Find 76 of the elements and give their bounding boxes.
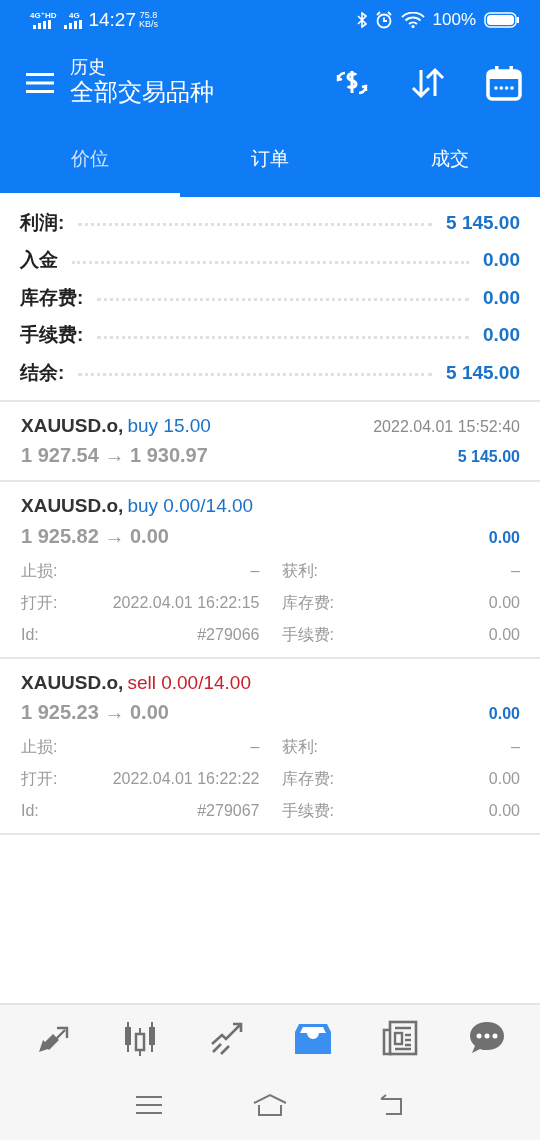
tab[interactable]: 价位 [0,125,180,197]
bluetooth-icon [356,12,367,28]
alarm-icon [374,11,393,29]
detail-label: 手续费: [281,801,334,821]
detail-value: – [511,560,520,581]
calendar-icon [486,64,522,101]
price-range: 1 925.82 → 0.00 [21,523,169,549]
symbol-name: XAUUSD.o, [21,670,124,695]
detail-label: 库存费: [281,592,334,613]
detail-label: 库存费: [281,769,334,789]
signal-icon [64,19,85,29]
header-subtitle: 历史 [70,58,107,78]
sort-button[interactable] [410,65,446,100]
detail-value: – [250,737,260,757]
profit-value: 0.00 [488,527,520,548]
summary-value: 5 145.00 [446,360,520,385]
symbol-name: XAUUSD.o, [21,494,124,518]
detail-value: – [511,737,520,757]
back-icon[interactable] [378,1094,404,1116]
profit-value: 0.00 [488,704,520,724]
network-speed: 75.8 [139,11,158,20]
network-label: 4G⁺HD [30,11,57,20]
order-type: sell 0.00/14.00 [127,670,251,695]
sort-arrows-icon [410,65,446,100]
detail-label: 打开: [21,592,58,613]
summary-label: 库存费: [20,285,84,310]
detail-value: 0.00 [488,624,520,645]
detail-label: 获利: [281,560,318,581]
speed-unit: KB/s [139,20,158,29]
detail-value: 0.00 [488,801,520,821]
wifi-icon [400,12,425,28]
symbol-name: XAUUSD.o, [21,413,124,438]
detail-value: 0.00 [488,769,520,789]
battery-icon [484,12,520,28]
chat-bubble-icon [468,1019,505,1056]
tab[interactable]: 订单 [180,125,360,197]
signal-icon [33,19,54,29]
status-time: 14:27 [88,7,136,32]
detail-value: 2022.04.01 16:22:22 [112,769,260,789]
summary-value: 5 145.00 [446,210,520,235]
network-label: 4G [69,11,80,20]
profit-value: 5 145.00 [457,447,520,467]
detail-value: #279067 [197,801,260,821]
summary-label: 结余: [20,360,65,385]
summary-value: 0.00 [483,323,520,347]
summary-label: 入金 [20,248,58,272]
summary-value: 0.00 [483,285,520,310]
order-type: buy 0.00/14.00 [127,494,254,518]
order-type: buy 15.00 [127,413,211,438]
summary-label: 手续费: [20,323,84,347]
calendar-button[interactable] [486,64,522,101]
header-title: 全部交易品种 [70,78,214,107]
detail-value: 2022.04.01 16:22:15 [112,592,260,613]
detail-label: 止损: [21,737,58,757]
deal-time: 2022.04.01 15:52:40 [373,416,520,437]
detail-value: 0.00 [488,592,520,613]
home-icon[interactable] [252,1093,288,1117]
price-range: 1 925.23 → 0.00 [21,700,169,725]
menu-button[interactable] [26,70,54,95]
price-range: 1 927.54 → 1 930.97 [21,443,208,468]
detail-label: 手续费: [281,624,334,645]
tab[interactable]: 成交 [360,125,540,197]
detail-label: 获利: [281,737,318,757]
summary-value: 0.00 [483,248,520,272]
detail-label: 打开: [21,769,58,789]
detail-label: 止损: [21,560,58,581]
detail-label: Id: [21,801,39,821]
summary-label: 利润: [20,210,65,235]
recent-apps-icon[interactable] [136,1095,162,1115]
menu-icon [26,72,54,95]
detail-value: – [250,560,260,581]
newspaper-icon [381,1019,418,1056]
candlestick-icon [122,1019,158,1056]
battery-percent: 100% [432,9,476,32]
detail-value: #279066 [197,624,260,645]
detail-label: Id: [21,624,39,645]
